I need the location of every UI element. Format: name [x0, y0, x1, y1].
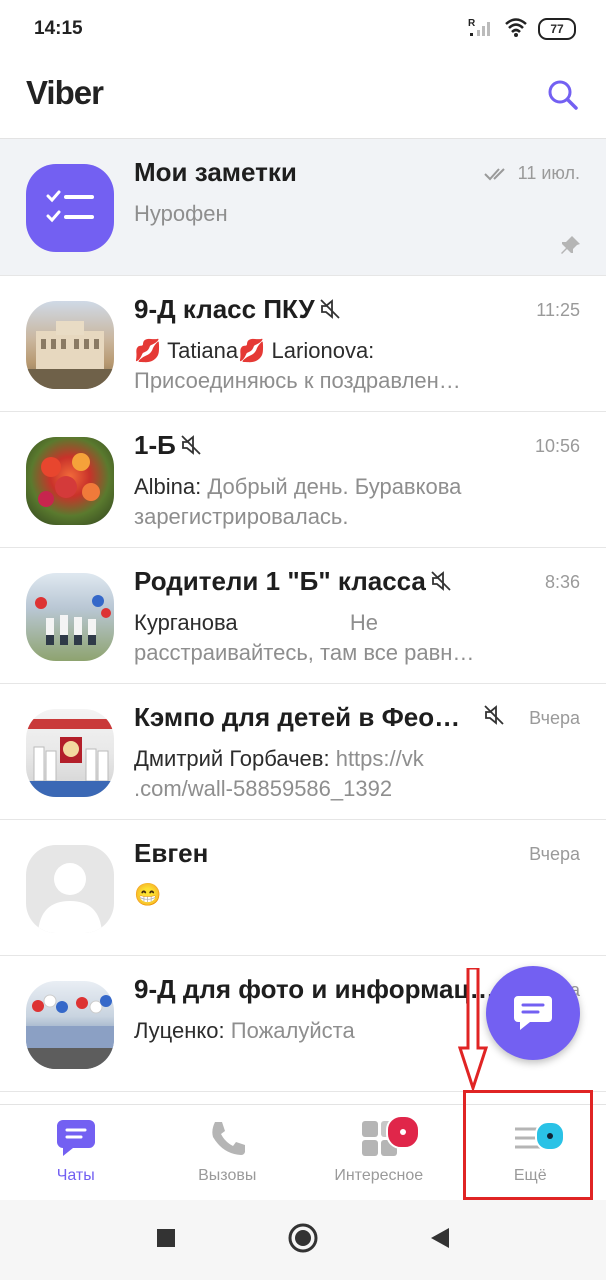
- tab-explore[interactable]: Интересное: [303, 1105, 455, 1201]
- annotation-arrow: [457, 966, 489, 1095]
- back-button[interactable]: [429, 1226, 451, 1255]
- annotation-highlight-box: [463, 1090, 593, 1200]
- chat-name-text: Родители 1 "Б" класса: [134, 566, 426, 596]
- chat-name: Евген: [134, 838, 209, 868]
- avatar: [26, 709, 114, 797]
- muted-icon: [483, 704, 505, 731]
- chat-preview: 😁: [134, 882, 162, 907]
- double-check-icon: [483, 167, 505, 180]
- chat-name: 1-Б: [134, 430, 496, 463]
- checklist-icon: [46, 190, 94, 223]
- tab-chats[interactable]: Чаты: [0, 1105, 152, 1201]
- status-icons: R 77: [468, 18, 576, 40]
- signal-icon: R: [468, 16, 494, 43]
- chat-row[interactable]: Кэмпо для детей в Фео… Вчера Дмитрий Гор…: [0, 684, 606, 820]
- new-message-icon: [514, 996, 552, 1030]
- avatar: [26, 981, 114, 1069]
- avatar: [26, 301, 114, 389]
- chat-time-text: 11 июл.: [517, 163, 580, 183]
- chat-name-text: 9-Д класс ПКУ: [134, 294, 315, 324]
- circle-icon: [288, 1223, 318, 1252]
- chat-time: 10:56: [534, 436, 580, 456]
- chat-sender: Курганова: [134, 610, 238, 635]
- chat-time: 8:36: [544, 572, 580, 592]
- app-header: Viber: [0, 58, 606, 139]
- chat-name: Мои заметки: [134, 157, 297, 187]
- search-icon: [548, 80, 578, 110]
- chat-row[interactable]: 9-Д класс ПКУ 11:25 💋 Tatiana💋 Larionova…: [0, 276, 606, 412]
- system-nav-bar: [0, 1200, 606, 1280]
- chat-sender: 💋 Tatiana💋 Larionova:: [134, 338, 375, 363]
- tab-label: Интересное: [334, 1167, 424, 1184]
- chat-name: Кэмпо для детей в Фео…: [134, 702, 461, 732]
- chat-name-text: 1-Б: [134, 430, 176, 460]
- home-button[interactable]: [287, 1222, 319, 1259]
- chat-sender: Albina:: [134, 474, 202, 499]
- chat-preview: Нурофен: [134, 201, 228, 226]
- muted-icon: [430, 568, 452, 599]
- avatar: [26, 573, 114, 661]
- person-icon: [38, 863, 102, 933]
- notification-badge: [386, 1115, 420, 1149]
- chat-name: 9-Д для фото и информац…: [134, 974, 496, 1004]
- chat-preview: Курганова Не расстраивайтесь, там все ра…: [134, 608, 526, 668]
- chat-preview-text: Пожалуйста: [230, 1018, 355, 1043]
- app-title: Viber: [26, 74, 104, 111]
- chat-preview: Дмитрий Горбачев: https://vk .com/wall-5…: [134, 744, 526, 804]
- chat-list: Мои заметки 11 июл. Нурофен 9-Д класс ПК…: [0, 139, 606, 1092]
- notes-avatar: [26, 164, 114, 252]
- chat-row[interactable]: Родители 1 "Б" класса 8:36 Курганова Не …: [0, 548, 606, 684]
- chat-sender: Дмитрий Горбачев:: [134, 746, 330, 771]
- chat-bubble-icon: [56, 1120, 95, 1156]
- chat-sender: Луценко:: [134, 1018, 225, 1043]
- triangle-back-icon: [431, 1227, 449, 1248]
- chat-time: 11 июл.: [483, 163, 580, 184]
- compose-button[interactable]: [486, 966, 580, 1060]
- chat-time: Вчера: [529, 708, 580, 728]
- muted-icon: [180, 432, 202, 463]
- search-button[interactable]: [540, 72, 586, 118]
- status-time: 14:15: [34, 18, 83, 39]
- chat-row[interactable]: 1-Б 10:56 Albina: Добрый день. Буравкова…: [0, 412, 606, 548]
- square-icon: [157, 1228, 175, 1247]
- tab-label: Чаты: [56, 1167, 95, 1184]
- pin-icon: [560, 234, 582, 261]
- chat-name: Родители 1 "Б" класса: [134, 566, 496, 599]
- chat-row-my-notes[interactable]: Мои заметки 11 июл. Нурофен: [0, 139, 606, 276]
- chat-preview-text: Присоединяюсь к поздравлен…: [134, 368, 461, 393]
- recents-button[interactable]: [155, 1227, 177, 1254]
- status-bar: 14:15 R 77: [0, 0, 606, 58]
- chat-preview: 💋 Tatiana💋 Larionova: Присоединяюсь к поз…: [134, 336, 526, 396]
- default-avatar: [26, 845, 114, 933]
- phone-icon: [212, 1122, 246, 1155]
- chat-row[interactable]: Евген Вчера 😁: [0, 820, 606, 956]
- wifi-icon: [504, 17, 528, 42]
- tab-label: Вызовы: [198, 1167, 257, 1184]
- signal-roaming-label: R: [468, 18, 476, 29]
- tab-calls[interactable]: Вызовы: [152, 1105, 304, 1201]
- chat-name: 9-Д класс ПКУ: [134, 294, 496, 327]
- chat-preview: Albina: Добрый день. Буравкова зарегистр…: [134, 472, 526, 532]
- battery-indicator: 77: [538, 18, 576, 40]
- avatar: [26, 437, 114, 525]
- chat-time: 11:25: [536, 300, 580, 320]
- chat-time: Вчера: [529, 844, 580, 864]
- muted-icon: [319, 296, 341, 327]
